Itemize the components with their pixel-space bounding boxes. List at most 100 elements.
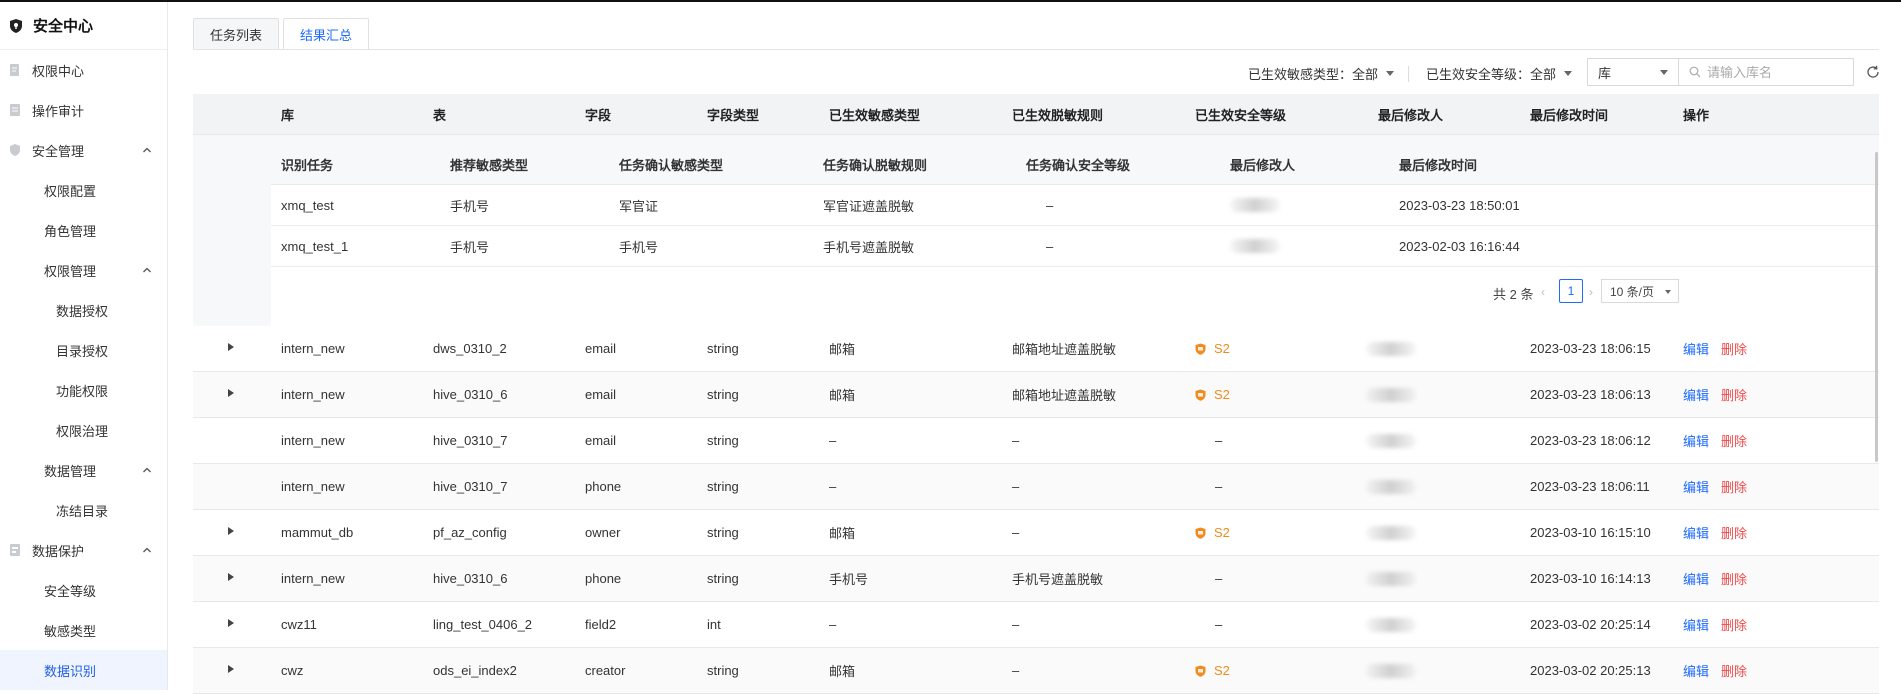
sidebar-item-10[interactable]: 数据管理 xyxy=(0,450,167,490)
table-row: intern_new dws_0310_2 email string 邮箱 邮箱地址遮盖脱… xyxy=(193,326,1879,372)
scrollbar[interactable] xyxy=(1875,152,1878,462)
modified-by-redacted xyxy=(1230,185,1280,225)
expand-row-icon[interactable] xyxy=(228,665,234,673)
edit-button[interactable]: 编辑 xyxy=(1683,523,1709,542)
refresh-icon[interactable] xyxy=(1866,65,1880,79)
delete-button[interactable]: 删除 xyxy=(1721,339,1747,358)
expand-row-icon[interactable] xyxy=(228,343,234,351)
table-row: intern_new hive_0310_7 email string – – – 2023-… xyxy=(193,418,1879,464)
shield-level-icon xyxy=(1195,665,1210,677)
sidebar-item-label: 权限管理 xyxy=(44,263,97,279)
delete-button[interactable]: 删除 xyxy=(1721,477,1747,496)
sidebar-item-label: 操作审计 xyxy=(32,103,85,119)
edit-button[interactable]: 编辑 xyxy=(1683,569,1709,588)
detail-column-header: 推荐敏感类型 xyxy=(450,158,529,173)
cell-type: string xyxy=(707,525,739,540)
expand-row-icon[interactable] xyxy=(228,389,234,397)
detail-cell-recommended: 手机号 xyxy=(450,198,490,214)
app: 安全中心 权限中心 操作审计 安全管理 权限配置 角色管理 权限管理 数据授权 目录授权 功能权… xyxy=(0,2,1901,694)
sensitive-type-filter[interactable]: 已生效敏感类型：全部 xyxy=(1248,64,1395,83)
sidebar-item-label: 安全管理 xyxy=(32,143,85,159)
cell-sensitive: 邮箱 xyxy=(829,664,856,679)
cell-modified-at: 2023-03-23 18:06:12 xyxy=(1530,433,1651,448)
filter-divider xyxy=(1408,66,1409,82)
sidebar-item-label: 数据保护 xyxy=(32,543,85,559)
sidebar-item-3[interactable]: 权限配置 xyxy=(0,170,167,210)
db-search-input[interactable] xyxy=(1707,64,1847,80)
edit-button[interactable]: 编辑 xyxy=(1683,477,1709,496)
sidebar-item-0[interactable]: 权限中心 xyxy=(0,50,167,90)
cell-table: ling_test_0406_2 xyxy=(433,617,533,632)
next-page-icon[interactable]: › xyxy=(1589,285,1593,299)
page-size-value: 10 条/页 xyxy=(1610,284,1655,299)
sidebar-item-11[interactable]: 冻结目录 xyxy=(0,490,167,530)
sidebar-item-4[interactable]: 角色管理 xyxy=(0,210,167,250)
sidebar-item-12[interactable]: 数据保护 xyxy=(0,530,167,570)
edit-button[interactable]: 编辑 xyxy=(1683,339,1709,358)
cell-level: – xyxy=(1215,571,1223,586)
security-level-cell: S2 xyxy=(1195,510,1230,555)
detail-cell-recommended: 手机号 xyxy=(450,239,490,255)
page-size-select[interactable]: 10 条/页 xyxy=(1601,279,1679,303)
cell-db: mammut_db xyxy=(281,525,354,540)
tab-result-summary[interactable]: 结果汇总 xyxy=(283,18,370,50)
sidebar-item-2[interactable]: 安全管理 xyxy=(0,130,167,170)
sidebar-item-9[interactable]: 权限治理 xyxy=(0,410,167,450)
column-header: 已生效敏感类型 xyxy=(829,107,921,123)
delete-button[interactable]: 删除 xyxy=(1721,431,1747,450)
edit-button[interactable]: 编辑 xyxy=(1683,661,1709,680)
sidebar: 安全中心 权限中心 操作审计 安全管理 权限配置 角色管理 权限管理 数据授权 目录授权 功能权… xyxy=(0,2,168,690)
redacted-name xyxy=(1366,433,1416,448)
db-select[interactable]: 库 xyxy=(1587,58,1679,86)
sidebar-item-13[interactable]: 安全等级 xyxy=(0,570,167,610)
shield-icon xyxy=(8,143,22,157)
expand-row-icon[interactable] xyxy=(228,527,234,535)
delete-button[interactable]: 删除 xyxy=(1721,523,1747,542)
detail-row: xmq_test_1 手机号 手机号 手机号遮盖脱敏 – 2023-02-03 16:16… xyxy=(271,226,1879,267)
edit-button[interactable]: 编辑 xyxy=(1683,385,1709,404)
security-level-badge: S2 xyxy=(1195,387,1230,402)
tab-divider xyxy=(193,49,1879,50)
cell-table: hive_0310_7 xyxy=(433,479,508,494)
page-number-current[interactable]: 1 xyxy=(1559,279,1583,303)
row-actions: 编辑 删除 xyxy=(1683,418,1747,463)
tab-task-list[interactable]: 任务列表 xyxy=(193,18,280,50)
cell-sensitive: – xyxy=(829,479,837,494)
cell-rule: – xyxy=(1012,525,1020,540)
sidebar-item-7[interactable]: 目录授权 xyxy=(0,330,167,370)
expand-row-icon[interactable] xyxy=(228,619,234,627)
sidebar-item-15[interactable]: 数据识别 xyxy=(0,650,167,690)
delete-button[interactable]: 删除 xyxy=(1721,661,1747,680)
delete-button[interactable]: 删除 xyxy=(1721,569,1747,588)
sidebar-item-label: 权限配置 xyxy=(44,183,97,199)
caret-down-icon xyxy=(1564,71,1573,76)
sidebar-item-1[interactable]: 操作审计 xyxy=(0,90,167,130)
prev-page-icon[interactable]: ‹ xyxy=(1541,285,1545,299)
sidebar-item-5[interactable]: 权限管理 xyxy=(0,250,167,290)
caret-down-icon xyxy=(1660,70,1668,75)
sidebar-item-8[interactable]: 功能权限 xyxy=(0,370,167,410)
redacted-name xyxy=(1366,617,1416,632)
sidebar-item-14[interactable]: 敏感类型 xyxy=(0,610,167,650)
expanded-detail: 识别任务 推荐敏感类型 任务确认敏感类型 任务确认脱敏规则 任务确认安全等级 最后修改人 最… xyxy=(193,134,1879,327)
cell-rule: 手机号遮盖脱敏 xyxy=(1012,572,1104,587)
row-actions: 编辑 删除 xyxy=(1683,372,1747,417)
modified-by-redacted xyxy=(1230,226,1280,266)
security-level-text: S2 xyxy=(1214,341,1230,356)
sidebar-item-6[interactable]: 数据授权 xyxy=(0,290,167,330)
cell-field: field2 xyxy=(585,617,617,632)
delete-button[interactable]: 删除 xyxy=(1721,615,1747,634)
column-header: 最后修改人 xyxy=(1378,107,1444,123)
expand-row-icon[interactable] xyxy=(228,573,234,581)
edit-button[interactable]: 编辑 xyxy=(1683,431,1709,450)
security-level-filter[interactable]: 已生效安全等级：全部 xyxy=(1426,64,1573,83)
cell-table: hive_0310_7 xyxy=(433,433,508,448)
cell-field: phone xyxy=(585,571,622,586)
cell-field: email xyxy=(585,341,617,356)
security-level-cell: S2 xyxy=(1195,372,1230,417)
delete-button[interactable]: 删除 xyxy=(1721,385,1747,404)
sidebar-item-label: 数据授权 xyxy=(56,303,109,319)
detail-cell-confirmed-rule: 手机号遮盖脱敏 xyxy=(823,239,915,255)
sidebar-item-label: 功能权限 xyxy=(56,383,109,399)
edit-button[interactable]: 编辑 xyxy=(1683,615,1709,634)
